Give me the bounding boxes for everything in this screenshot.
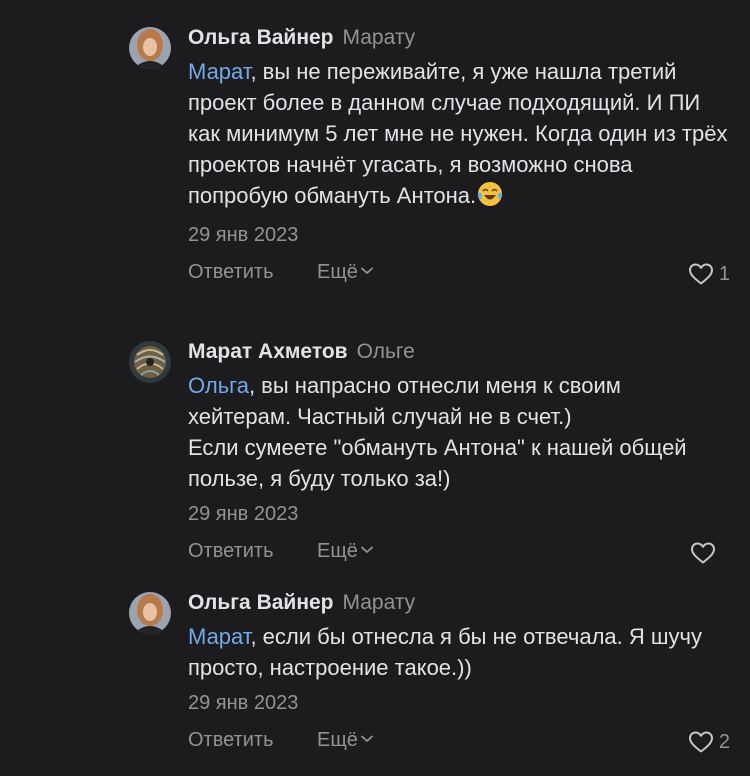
face-with-tears-of-joy-icon — [477, 181, 503, 215]
reply-button[interactable]: Ответить — [188, 261, 274, 284]
comment-text-body: , вы напрасно отнесли меня к своим хейте… — [188, 373, 687, 491]
more-label: Ещё — [317, 540, 358, 562]
author-name[interactable]: Ольга Вайнер — [188, 26, 334, 49]
mention-link[interactable]: Марат — [188, 59, 250, 84]
reply-to-name[interactable]: Марату — [343, 591, 416, 614]
chevron-down-icon — [361, 546, 373, 553]
like-button[interactable]: 1 — [688, 259, 730, 289]
like-count: 2 — [718, 730, 730, 753]
chevron-down-icon — [361, 267, 373, 274]
reply-button[interactable]: Ответить — [188, 540, 274, 563]
like-button[interactable]: 2 — [688, 727, 730, 757]
heart-icon — [691, 542, 715, 564]
more-button[interactable]: Ещё — [317, 261, 373, 284]
more-label: Ещё — [317, 261, 358, 283]
avatar[interactable] — [129, 592, 171, 634]
heart-icon — [688, 731, 713, 753]
heart-icon — [688, 263, 713, 285]
more-button[interactable]: Ещё — [317, 540, 373, 563]
author-name[interactable]: Ольга Вайнер — [188, 591, 334, 614]
like-button[interactable] — [690, 538, 721, 568]
comment-date[interactable]: 29 янв 2023 — [188, 689, 730, 717]
avatar[interactable] — [129, 341, 171, 383]
mention-link[interactable]: Ольга — [188, 373, 249, 398]
comment-text: Марат, вы не переживайте, я уже нашла тр… — [188, 56, 728, 215]
chevron-down-icon — [361, 735, 373, 742]
reply-to-name[interactable]: Ольге — [357, 340, 415, 363]
like-count: 1 — [718, 262, 730, 285]
more-label: Ещё — [317, 729, 358, 751]
comment-date[interactable]: 29 янв 2023 — [188, 500, 730, 528]
comment-text: Марат, если бы отнесла я бы не отвечала.… — [188, 621, 728, 683]
reply-button[interactable]: Ответить — [188, 729, 274, 752]
reply-to-name[interactable]: Марату — [343, 26, 416, 49]
author-name[interactable]: Марат Ахметов — [188, 340, 348, 363]
comment-text: Ольга, вы напрасно отнесли меня к своим … — [188, 370, 728, 494]
avatar[interactable] — [129, 27, 171, 69]
mention-link[interactable]: Марат — [188, 624, 250, 649]
comment-text-body: , если бы отнесла я бы не отвечала. Я шу… — [188, 624, 702, 680]
comment-date[interactable]: 29 янв 2023 — [188, 221, 730, 249]
comment-text-body: , вы не переживайте, я уже нашла третий … — [188, 59, 728, 208]
more-button[interactable]: Ещё — [317, 729, 373, 752]
